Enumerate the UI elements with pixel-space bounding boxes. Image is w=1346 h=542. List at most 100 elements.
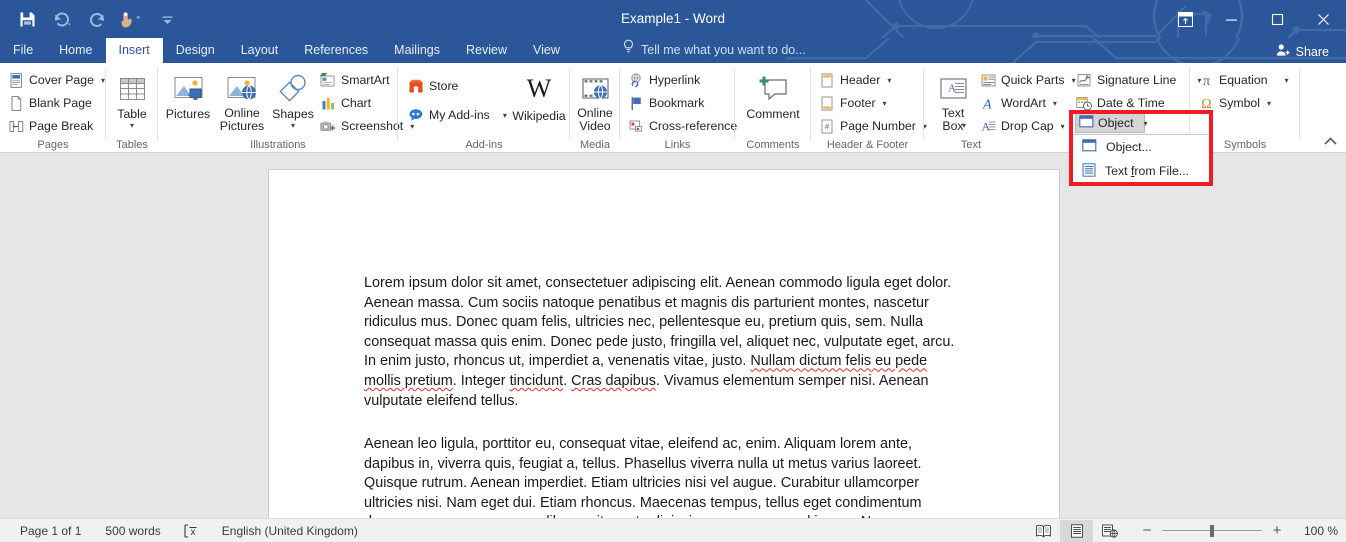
hyperlink-button[interactable]: Hyperlink: [628, 69, 700, 91]
group-label-media: Media: [580, 139, 610, 151]
online-video-button[interactable]: Online Video: [572, 69, 618, 133]
chevron-down-icon[interactable]: ▾: [503, 111, 507, 120]
undo-icon[interactable]: [49, 6, 75, 32]
quick-parts-button[interactable]: Quick Parts ▾: [980, 69, 1076, 91]
quick-access-toolbar[interactable]: [14, 0, 180, 38]
comment-button[interactable]: Comment: [739, 69, 807, 121]
tab-design[interactable]: Design: [163, 38, 228, 63]
drop-cap-button[interactable]: A Drop Cap ▾: [980, 115, 1065, 137]
symbol-button[interactable]: Ω Symbol ▾: [1198, 92, 1271, 114]
zoom-slider[interactable]: [1162, 524, 1262, 538]
blank-page-icon: [8, 95, 24, 111]
text-box-button[interactable]: A Text Box ▾: [930, 69, 976, 133]
chevron-down-icon[interactable]: ▾: [1061, 122, 1065, 131]
tab-bar-decoration: [786, 38, 1346, 63]
ribbon-group-pages: Cover Page ▾ Blank Page Page Break Pages: [0, 63, 106, 153]
smartart-button[interactable]: SmartArt: [320, 69, 390, 91]
save-icon[interactable]: [14, 6, 40, 32]
document-page[interactable]: Lorem ipsum dolor sit amet, consectetuer…: [268, 169, 1060, 518]
equation-label: Equation: [1219, 73, 1268, 87]
redo-icon[interactable]: [84, 6, 110, 32]
chevron-down-icon[interactable]: ▾: [883, 99, 887, 108]
page-indicator[interactable]: Page 1 of 1: [8, 519, 93, 542]
zoom-out-button[interactable]: −: [1140, 523, 1154, 538]
page-number-icon: #: [819, 118, 835, 134]
word-count[interactable]: 500 words: [93, 519, 172, 542]
paragraph-1[interactable]: Lorem ipsum dolor sit amet, consectetuer…: [364, 274, 966, 411]
bookmark-button[interactable]: Bookmark: [628, 92, 704, 114]
chevron-down-icon[interactable]: ▾: [1267, 99, 1271, 108]
pictures-button[interactable]: Pictures: [162, 69, 214, 121]
store-button[interactable]: Store: [408, 75, 458, 97]
menu-item-text-from-file[interactable]: Text from File...: [1073, 159, 1209, 183]
cover-page-button[interactable]: Cover Page ▾: [8, 69, 105, 91]
table-button[interactable]: Table ▾: [110, 69, 154, 130]
zoom-control[interactable]: − + 100 %: [1140, 523, 1338, 538]
share-label: Share: [1295, 44, 1329, 59]
svg-text:A: A: [948, 83, 956, 95]
table-label: Table: [117, 107, 147, 121]
zoom-level[interactable]: 100 %: [1292, 524, 1338, 538]
zoom-in-button[interactable]: +: [1270, 523, 1284, 538]
object-split-button[interactable]: Object ▾: [1075, 113, 1148, 133]
tab-references[interactable]: References: [291, 38, 381, 63]
chevron-down-icon[interactable]: ▾: [1072, 76, 1076, 85]
close-button[interactable]: [1300, 0, 1346, 38]
minimize-button[interactable]: [1208, 0, 1254, 38]
tab-review[interactable]: Review: [453, 38, 520, 63]
tab-insert[interactable]: Insert: [105, 38, 163, 63]
smartart-label: SmartArt: [341, 73, 390, 87]
store-label: Store: [429, 79, 459, 93]
online-pictures-button[interactable]: Online Pictures: [216, 69, 268, 133]
chevron-down-icon[interactable]: ▾: [1053, 99, 1057, 108]
signature-line-button[interactable]: Signature Line ▾: [1076, 69, 1201, 91]
chart-button[interactable]: Chart: [320, 92, 371, 114]
blank-page-button[interactable]: Blank Page: [8, 92, 92, 114]
read-mode-icon[interactable]: [1027, 520, 1060, 542]
text-run-misspelled: Cras dapibus: [571, 372, 656, 389]
tell-me-box[interactable]: Tell me what you want to do...: [622, 38, 806, 63]
tab-mailings[interactable]: Mailings: [381, 38, 453, 63]
equation-button[interactable]: π Equation ▾: [1198, 69, 1289, 91]
ribbon-display-options-icon[interactable]: [1162, 0, 1208, 38]
hyperlink-label: Hyperlink: [649, 73, 701, 87]
online-pictures-label: Online Pictures: [219, 106, 265, 133]
wikipedia-button[interactable]: W Wikipedia: [512, 71, 565, 123]
ribbon-tabs[interactable]: File Home Insert Design Layout Reference…: [0, 38, 573, 63]
chevron-down-icon[interactable]: ▾: [1285, 76, 1289, 85]
chart-label: Chart: [341, 96, 372, 110]
my-addins-button[interactable]: My Add-ins ▾: [408, 104, 507, 126]
date-time-button[interactable]: Date & Time: [1076, 92, 1165, 114]
cross-reference-button[interactable]: Cross-reference: [628, 115, 737, 137]
tab-layout[interactable]: Layout: [228, 38, 292, 63]
chevron-down-icon[interactable]: ▾: [1144, 119, 1148, 128]
chevron-down-icon[interactable]: ▾: [130, 122, 134, 130]
header-button[interactable]: Header ▾: [819, 69, 891, 91]
chevron-down-icon[interactable]: ▾: [291, 122, 295, 130]
customize-qat-icon[interactable]: [154, 6, 180, 32]
collapse-ribbon-icon[interactable]: [1323, 136, 1338, 150]
proofing-errors-icon[interactable]: x: [173, 519, 210, 542]
tab-file[interactable]: File: [0, 38, 46, 63]
object-dropdown-menu[interactable]: Object... Text from File...: [1072, 134, 1210, 183]
tab-home[interactable]: Home: [46, 38, 105, 63]
menu-item-object[interactable]: Object...: [1073, 135, 1209, 159]
chevron-down-icon[interactable]: ▾: [962, 122, 966, 130]
footer-button[interactable]: Footer ▾: [819, 92, 887, 114]
maximize-button[interactable]: [1254, 0, 1300, 38]
touch-mode-icon[interactable]: [119, 6, 145, 32]
wordart-button[interactable]: A WordArt ▾: [980, 92, 1057, 114]
zoom-slider-handle[interactable]: [1210, 524, 1214, 537]
shapes-button[interactable]: Shapes ▾: [270, 69, 316, 130]
page-number-button[interactable]: # Page Number ▾: [819, 115, 927, 137]
chevron-down-icon[interactable]: ▾: [887, 76, 891, 85]
web-layout-icon[interactable]: [1093, 520, 1126, 542]
document-canvas[interactable]: Lorem ipsum dolor sit amet, consectetuer…: [0, 153, 1346, 518]
paragraph-2[interactable]: Aenean leo ligula, porttitor eu, consequ…: [364, 435, 966, 518]
tab-view[interactable]: View: [520, 38, 573, 63]
share-button[interactable]: Share: [1267, 41, 1338, 62]
group-label-illustrations: Illustrations: [250, 139, 306, 151]
print-layout-icon[interactable]: [1060, 519, 1093, 542]
language-indicator[interactable]: English (United Kingdom): [210, 519, 370, 542]
page-break-button[interactable]: Page Break: [8, 115, 93, 137]
